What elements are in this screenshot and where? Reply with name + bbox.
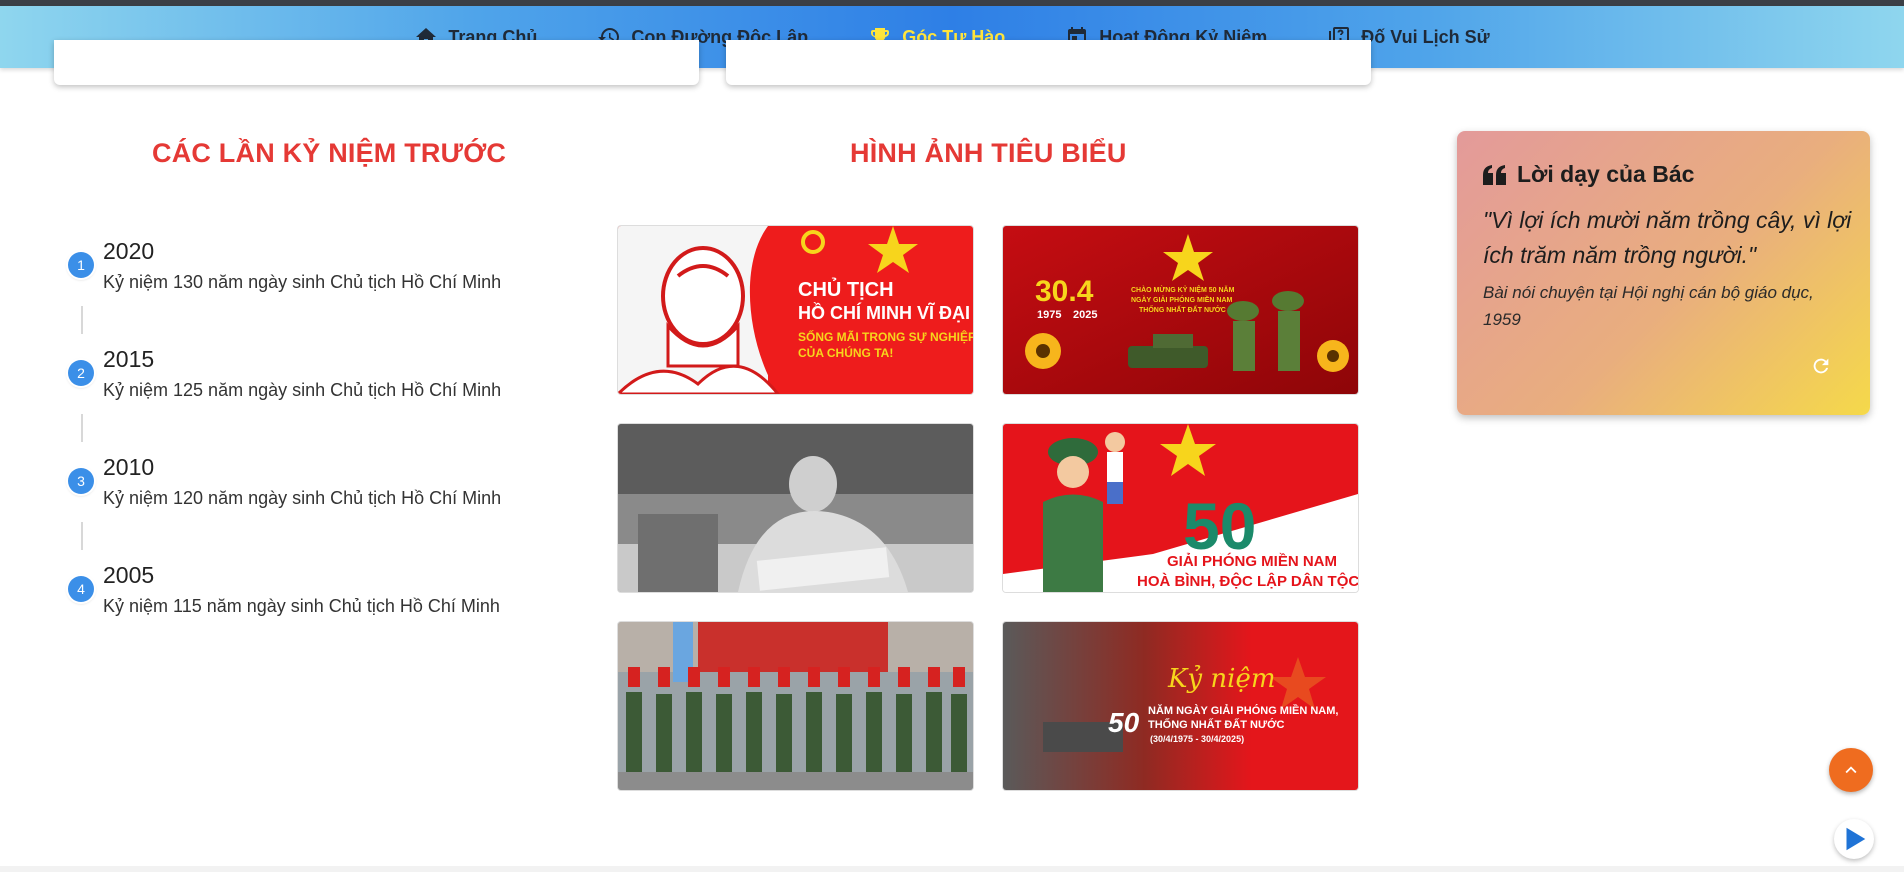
timeline-desc: Kỷ niệm 125 năm ngày sinh Chủ tịch Hồ Ch… — [103, 380, 502, 400]
poster-line: 50 — [1183, 489, 1256, 563]
poster-line: THỐNG NHẤT ĐẤT NƯỚC — [1148, 717, 1284, 731]
poster-line: 30.4 — [1035, 275, 1094, 308]
card-bottom-right — [726, 40, 1371, 85]
timeline-number: 2 — [68, 360, 94, 386]
timeline-item: 2 2015 Kỷ niệm 125 năm ngày sinh Chủ tịc… — [64, 338, 544, 446]
timeline-connector — [81, 414, 83, 442]
poster-line: Kỷ niệm — [1167, 664, 1275, 694]
poster-line: HOÀ BÌNH, ĐỘC LẬP DÂN TỘC — [1137, 572, 1358, 590]
timeline-connector — [81, 522, 83, 550]
poster-line: SỐNG MÃI TRONG SỰ NGHIỆP — [798, 329, 973, 344]
quote-source: Bài nói chuyện tại Hội nghị cán bộ giáo … — [1483, 283, 1814, 329]
refresh-quote-button[interactable] — [1808, 353, 1834, 379]
poster-line: CHỦ TỊCH — [798, 277, 894, 301]
gallery-grid: CHỦ TỊCH HỒ CHÍ MINH VĨ ĐẠI SỐNG MÃI TRO… — [617, 225, 1359, 791]
play-icon — [1846, 827, 1866, 851]
photo-art — [618, 622, 973, 790]
photo-art — [618, 424, 973, 592]
timeline-desc: Kỷ niệm 115 năm ngày sinh Chủ tịch Hồ Ch… — [103, 596, 500, 616]
poster-art: 30.4 1975 2025 CHÀO MỪNG KỶ NIỆM 50 NĂM … — [1003, 226, 1358, 394]
timeline-year: 2015 — [103, 346, 155, 372]
gallery-image-reunification-poster[interactable]: 30.4 1975 2025 CHÀO MỪNG KỶ NIỆM 50 NĂM … — [1002, 225, 1359, 395]
timeline-item: 4 2005 Kỷ niệm 115 năm ngày sinh Chủ tịc… — [64, 554, 544, 662]
timeline-year: 2020 — [103, 238, 155, 264]
timeline-item: 1 2020 Kỷ niệm 130 năm ngày sinh Chủ tịc… — [64, 230, 544, 338]
gallery-image-ho-chi-minh-writing-photo[interactable] — [617, 423, 974, 593]
timeline-connector — [81, 306, 83, 334]
timeline-desc: Kỷ niệm 120 năm ngày sinh Chủ tịch Hồ Ch… — [103, 488, 502, 508]
timeline-year: 2005 — [103, 562, 155, 588]
poster-line: 1975 — [1037, 309, 1061, 321]
poster-art: CHỦ TỊCH HỒ CHÍ MINH VĨ ĐẠI SỐNG MÃI TRO… — [618, 226, 973, 394]
quote-heading: Lời dạy của Bác — [1483, 161, 1694, 188]
poster-line: GIẢI PHÓNG MIỀN NAM — [1167, 552, 1337, 570]
gallery-title: HÌNH ẢNH TIÊU BIỂU — [850, 138, 1127, 168]
history-title: CÁC LẦN KỶ NIỆM TRƯỚC — [152, 138, 507, 168]
timeline-number: 1 — [68, 252, 94, 278]
poster-line: (30/4/1975 - 30/4/2025) — [1150, 734, 1244, 744]
scroll-to-top-button[interactable] — [1829, 748, 1873, 792]
timeline-number: 4 — [68, 576, 94, 602]
poster-art: Kỷ niệm 50 NĂM NGÀY GIẢI PHÓNG MIỀN NAM,… — [1003, 622, 1358, 790]
gallery-image-ho-chi-minh-poster[interactable]: CHỦ TỊCH HỒ CHÍ MINH VĨ ĐẠI SỐNG MÃI TRO… — [617, 225, 974, 395]
history-timeline: 1 2020 Kỷ niệm 130 năm ngày sinh Chủ tịc… — [64, 230, 544, 662]
poster-line: NĂM NGÀY GIẢI PHÓNG MIỀN NAM, — [1148, 704, 1338, 717]
page-bottom-edge — [0, 866, 1904, 872]
timeline-desc: Kỷ niệm 130 năm ngày sinh Chủ tịch Hồ Ch… — [103, 272, 502, 292]
gallery-image-soldier-50-years-poster[interactable]: 50 GIẢI PHÓNG MIỀN NAM HOÀ BÌNH, ĐỘC LẬP… — [1002, 423, 1359, 593]
poster-line: HỒ CHÍ MINH VĨ ĐẠI — [798, 302, 970, 323]
quote-heading-label: Lời dạy của Bác — [1517, 161, 1695, 187]
card-bottom-left — [54, 40, 699, 85]
play-audio-button[interactable] — [1834, 819, 1874, 859]
poster-line: CHÀO MỪNG KỶ NIỆM 50 NĂM — [1131, 285, 1235, 294]
quote-card: Lời dạy của Bác "Vì lợi ích mười năm trồ… — [1457, 131, 1870, 415]
refresh-icon — [1813, 358, 1829, 374]
chevron-up-icon — [1845, 766, 1857, 774]
poster-line: CỦA CHÚNG TA! — [798, 345, 893, 360]
nav-label: Đố Vui Lịch Sử — [1361, 26, 1490, 47]
poster-line: 2025 — [1073, 309, 1097, 321]
timeline-number: 3 — [68, 468, 94, 494]
poster-art: 50 GIẢI PHÓNG MIỀN NAM HOÀ BÌNH, ĐỘC LẬP… — [1003, 424, 1358, 592]
quote-text: "Vì lợi ích mười năm trồng cây, vì lợi í… — [1483, 207, 1852, 268]
timeline-year: 2010 — [103, 454, 155, 480]
gallery-image-ky-niem-50-nam-banner[interactable]: Kỷ niệm 50 NĂM NGÀY GIẢI PHÓNG MIỀN NAM,… — [1002, 621, 1359, 791]
poster-line: 50 — [1108, 707, 1140, 738]
gallery-image-military-parade-photo[interactable] — [617, 621, 974, 791]
quote-icon — [1483, 164, 1506, 185]
timeline-item: 3 2010 Kỷ niệm 120 năm ngày sinh Chủ tịc… — [64, 446, 544, 554]
